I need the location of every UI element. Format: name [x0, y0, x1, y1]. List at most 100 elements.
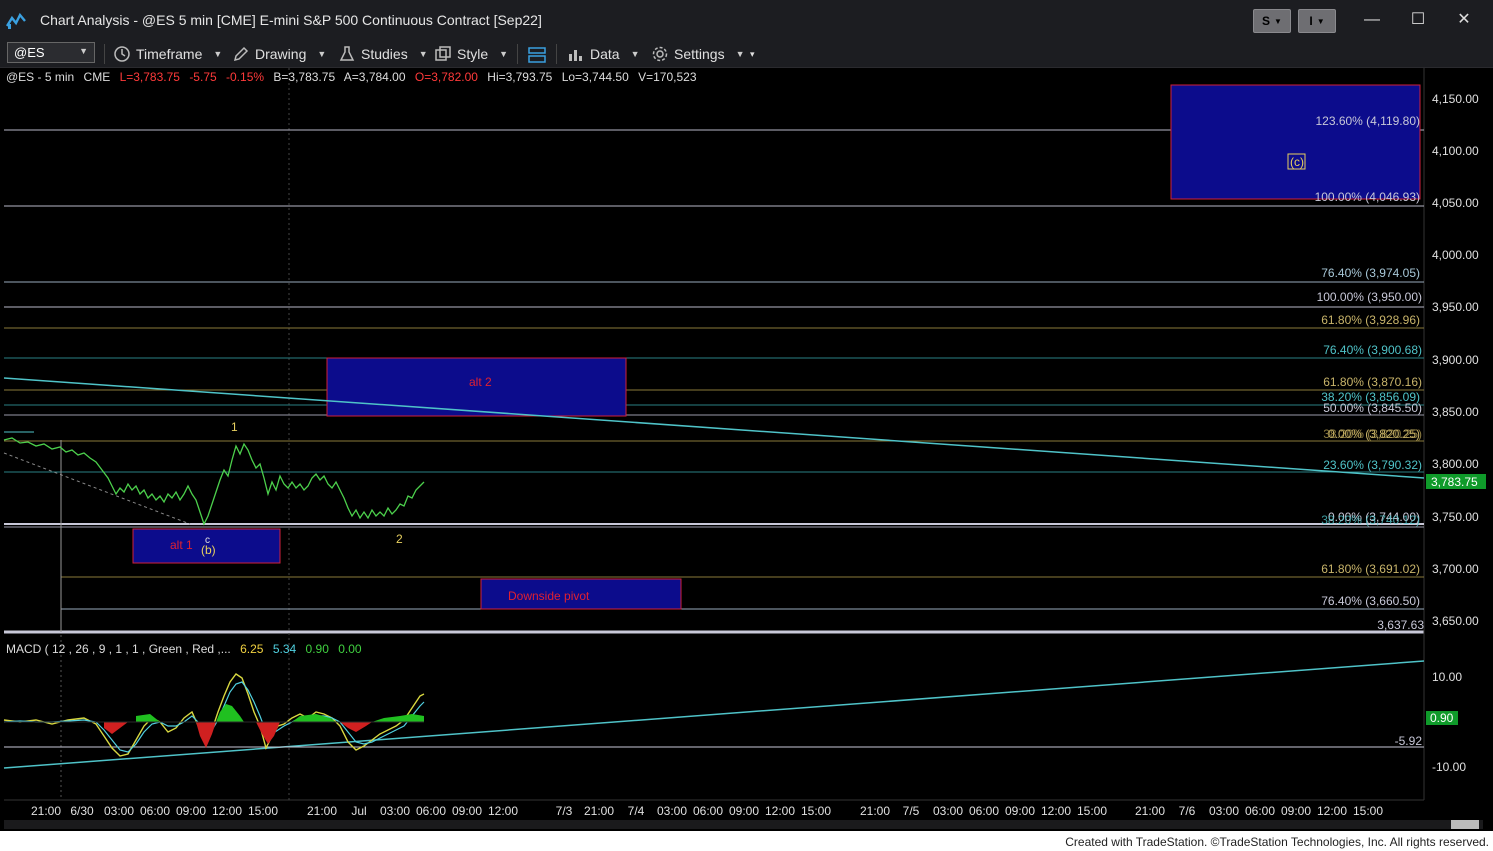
toolbar-overflow[interactable]: ▾ — [750, 49, 755, 60]
alt1-label: alt 1 — [170, 538, 193, 552]
macd-tick: 10.00 — [1432, 670, 1462, 684]
time-tick: 15:00 — [801, 804, 831, 818]
macd-level-label: -5.92 — [1395, 734, 1423, 748]
close-button[interactable]: ✕ — [1456, 12, 1472, 28]
price-tick: 3,750.00 — [1432, 510, 1479, 524]
footer-bar: Created with TradeStation. ©TradeStation… — [0, 831, 1493, 851]
time-tick: 7/5 — [903, 804, 920, 818]
fib-label: 23.60% (3,790.32) — [1323, 458, 1422, 472]
time-tick: 06:00 — [693, 804, 723, 818]
chevron-down-icon: ▼ — [1274, 16, 1282, 26]
status-high: Hi=3,793.75 — [487, 70, 553, 84]
time-tick: 12:00 — [212, 804, 242, 818]
time-tick: 7/3 — [556, 804, 573, 818]
time-tick: 09:00 — [1005, 804, 1035, 818]
fib-label: 38.20% (3,740.12) — [1321, 513, 1420, 527]
time-tick: 15:00 — [248, 804, 278, 818]
fib-label: 50.00% (3,845.50) — [1323, 401, 1422, 415]
price-tick: 3,900.00 — [1432, 353, 1479, 367]
trendline-upper[interactable] — [3, 377, 1425, 479]
fib-label: 61.80% (3,870.16) — [1323, 375, 1422, 389]
flask-icon — [339, 46, 355, 61]
price-status-line: @ES - 5 min CME L=3,783.75 -5.75 -0.15% … — [6, 70, 703, 84]
drawing-menu[interactable]: Drawing ▼ — [232, 45, 326, 63]
toolbar-divider — [556, 44, 557, 64]
settings-menu[interactable]: Settings ▼ — [651, 45, 745, 63]
chart-canvas[interactable]: 4,150.00 4,100.00 4,050.00 4,000.00 3,95… — [0, 68, 1493, 830]
status-pct: -0.15% — [226, 70, 265, 84]
time-tick: 15:00 — [1077, 804, 1107, 818]
timeframe-menu[interactable]: Timeframe ▼ — [113, 45, 222, 63]
price-line[interactable] — [3, 437, 425, 526]
fib-label: 76.40% (3,660.50) — [1321, 594, 1420, 608]
macd-tick: -10.00 — [1432, 760, 1466, 774]
macd-value: 6.25 — [240, 642, 264, 656]
drawing-label: Drawing — [255, 46, 307, 62]
timeframe-label: Timeframe — [136, 46, 203, 62]
chevron-down-icon: ▼ — [79, 46, 88, 56]
minimize-button[interactable]: — — [1364, 12, 1380, 28]
fib-label: 100.00% (3,950.00) — [1317, 290, 1422, 304]
status-ask: A=3,784.00 — [343, 70, 406, 84]
time-tick: 03:00 — [657, 804, 687, 818]
status-low: Lo=3,744.50 — [561, 70, 629, 84]
chevron-down-icon: ▼ — [418, 49, 428, 59]
macd-zero-value: 0.00 — [338, 642, 362, 656]
macd-tag-value: 0.90 — [1430, 711, 1454, 725]
ws-i-label: I — [1309, 14, 1313, 28]
time-tick: 21:00 — [31, 804, 61, 818]
time-tick: 03:00 — [104, 804, 134, 818]
studies-menu[interactable]: Studies ▼ — [338, 45, 428, 63]
symbol-input[interactable]: @ES ▼ — [7, 42, 95, 63]
time-tick: 15:00 — [1353, 804, 1383, 818]
status-volume: V=170,523 — [638, 70, 697, 84]
chevron-down-icon: ▼ — [630, 49, 640, 59]
ws-s-label: S — [1262, 14, 1271, 28]
gear-icon — [652, 46, 668, 62]
fib-label: 61.80% (3,691.02) — [1321, 562, 1420, 576]
data-menu[interactable]: Data ▼ — [567, 45, 640, 63]
chevron-down-icon: ▼ — [213, 49, 223, 59]
chevron-down-icon: ▼ — [317, 49, 327, 59]
time-tick: Jul — [351, 804, 366, 818]
time-tick: 21:00 — [307, 804, 337, 818]
price-tick: 4,050.00 — [1432, 196, 1479, 210]
macd-hist-value: 0.90 — [305, 642, 329, 656]
scrollbar-thumb[interactable] — [1451, 820, 1479, 829]
target-box-c[interactable] — [1170, 84, 1421, 200]
clock-icon — [114, 46, 130, 62]
time-tick: 12:00 — [1317, 804, 1347, 818]
chart-scrollbar[interactable] — [4, 820, 1483, 829]
wave-c-small-label: c — [205, 535, 210, 546]
workspace-i-button[interactable]: I ▼ — [1298, 9, 1336, 33]
time-tick: 03:00 — [380, 804, 410, 818]
status-open: O=3,782.00 — [414, 70, 478, 84]
time-tick: 06:00 — [416, 804, 446, 818]
price-tick: 3,850.00 — [1432, 405, 1479, 419]
time-tick: 21:00 — [584, 804, 614, 818]
layout-icon — [528, 47, 546, 63]
time-tick: 09:00 — [176, 804, 206, 818]
chevron-down-icon: ▼ — [499, 49, 509, 59]
time-tick: 09:00 — [452, 804, 482, 818]
pencil-icon — [233, 46, 249, 62]
chevron-down-icon: ▼ — [735, 49, 745, 59]
price-tick: 4,100.00 — [1432, 144, 1479, 158]
time-tick: 06:00 — [969, 804, 999, 818]
time-tick: 12:00 — [765, 804, 795, 818]
time-tick: 7/6 — [1179, 804, 1196, 818]
price-tick: 3,950.00 — [1432, 300, 1479, 314]
time-tick: 03:00 — [933, 804, 963, 818]
macd-params: MACD ( 12 , 26 , 9 , 1 , 1 , Green , Red… — [6, 642, 231, 656]
workspace-s-button[interactable]: S ▼ — [1253, 9, 1291, 33]
time-tick: 03:00 — [1209, 804, 1239, 818]
fib-label: 76.40% (3,974.05) — [1321, 266, 1420, 280]
layout-button[interactable] — [527, 45, 547, 65]
status-symbol: @ES - 5 min — [6, 70, 75, 84]
price-tick: 3,800.00 — [1432, 457, 1479, 471]
style-label: Style — [457, 46, 489, 62]
alt2-label: alt 2 — [469, 375, 492, 389]
maximize-button[interactable]: ☐ — [1410, 12, 1426, 28]
style-menu[interactable]: Style ▼ — [434, 45, 508, 63]
macd-status-line: MACD ( 12 , 26 , 9 , 1 , 1 , Green , Red… — [6, 642, 368, 656]
